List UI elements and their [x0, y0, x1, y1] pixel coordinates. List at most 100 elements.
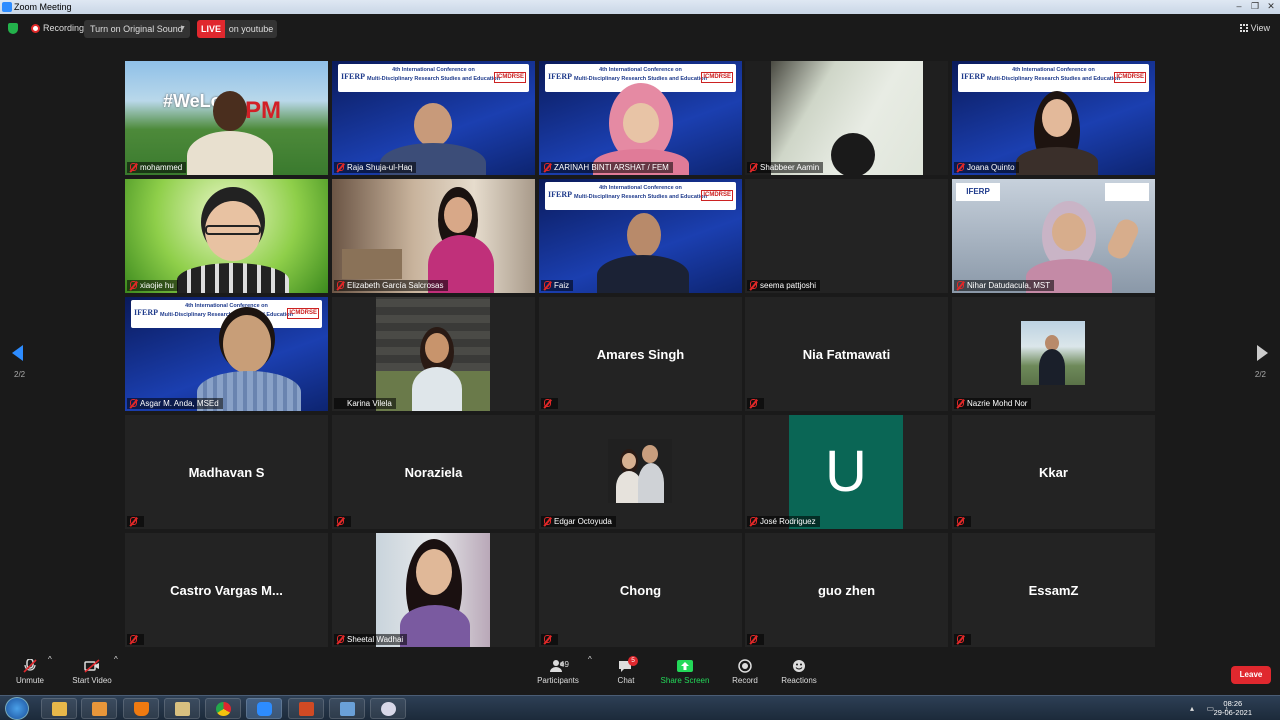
- participant-tile[interactable]: Elizabeth García Salcrosas: [332, 179, 535, 293]
- grid-icon: [1239, 24, 1248, 32]
- participant-video: IFERP: [952, 179, 1155, 293]
- participant-tile[interactable]: U José Rodriguez: [745, 415, 948, 529]
- conference-banner: IFERP ICMDRSE 4th International Conference…: [338, 64, 529, 92]
- security-shield-icon[interactable]: [8, 23, 18, 34]
- windows-start-icon[interactable]: [5, 697, 29, 720]
- unmute-button[interactable]: Unmute: [10, 655, 50, 695]
- participant-name-label: [541, 398, 558, 409]
- participant-tile[interactable]: xiaojie hu: [125, 179, 328, 293]
- page-indicator-left: 2/2: [14, 370, 26, 379]
- muted-mic-icon: [750, 399, 757, 407]
- participant-tile[interactable]: Nia Fatmawati: [745, 297, 948, 411]
- paint-icon[interactable]: [370, 698, 406, 719]
- muted-mic-icon: [957, 635, 964, 643]
- participant-tile[interactable]: Kkar: [952, 415, 1155, 529]
- participant-display-name: Madhavan S: [188, 465, 265, 480]
- vlc-icon[interactable]: [123, 698, 159, 719]
- participant-tile[interactable]: Sheetal Wadhai: [332, 533, 535, 647]
- recording-icon: [31, 24, 40, 33]
- participant-name-label: Sheetal Wadhai: [334, 634, 408, 645]
- window-title: Zoom Meeting: [14, 2, 72, 12]
- muted-mic-icon: [957, 163, 964, 171]
- live-destination-button[interactable]: on youtube: [225, 20, 277, 38]
- chat-unread-badge: 5: [628, 656, 638, 666]
- participant-tile[interactable]: Shabbeer Aamin: [745, 61, 948, 175]
- participant-tile[interactable]: Edgar Octoyuda: [539, 415, 742, 529]
- muted-mic-icon: [957, 281, 964, 289]
- previous-page-arrow-icon[interactable]: [12, 345, 23, 361]
- page-indicator-right: 2/2: [1254, 370, 1266, 379]
- muted-mic-icon: [957, 517, 964, 525]
- participant-name-label: Faiz: [541, 280, 574, 291]
- participant-tile[interactable]: IFERP ICMDRSE 4th International Conference…: [125, 297, 328, 411]
- chevron-up-icon[interactable]: ^: [588, 655, 592, 695]
- leave-button[interactable]: Leave: [1231, 666, 1271, 684]
- zoom-taskbar-icon[interactable]: [246, 698, 282, 719]
- participant-display-name: Kkar: [1039, 465, 1068, 480]
- chat-button[interactable]: 5 Chat: [610, 655, 642, 695]
- participant-name-label: Raja Shuja-ul-Haq: [334, 162, 417, 173]
- photo-viewer-icon[interactable]: [329, 698, 365, 719]
- participant-tile[interactable]: EssamZ: [952, 533, 1155, 647]
- view-button[interactable]: View: [1239, 23, 1270, 33]
- participant-photo: [376, 533, 490, 647]
- next-page-arrow-icon[interactable]: [1257, 345, 1268, 361]
- participant-tile[interactable]: Amares Singh: [539, 297, 742, 411]
- participants-button[interactable]: 49 Participants: [532, 655, 584, 695]
- participant-tile[interactable]: Madhavan S: [125, 415, 328, 529]
- muted-mic-icon: [544, 635, 551, 643]
- participant-tile[interactable]: IFERP ICMDRSE 4th International Conference…: [952, 61, 1155, 175]
- reactions-button[interactable]: Reactions: [778, 655, 820, 695]
- conference-banner: IFERP ICMDRSE 4th International Conference…: [545, 182, 736, 210]
- record-icon: [737, 659, 753, 673]
- media-player-icon[interactable]: [81, 698, 117, 719]
- participant-video: [332, 179, 535, 293]
- participant-name-label: José Rodriguez: [747, 516, 820, 527]
- participant-tile[interactable]: Noraziela: [332, 415, 535, 529]
- powerpoint-icon[interactable]: [288, 698, 324, 719]
- record-button[interactable]: Record: [726, 655, 764, 695]
- participant-tile[interactable]: guo zhen: [745, 533, 948, 647]
- participant-tile[interactable]: #WeLo PM mohammed: [125, 61, 328, 175]
- tools-icon[interactable]: [164, 698, 200, 719]
- participant-photo: [376, 297, 490, 411]
- tray-chevron-icon[interactable]: ▴: [1190, 704, 1194, 713]
- participant-tile[interactable]: Chong: [539, 533, 742, 647]
- participant-video: IFERP ICMDRSE 4th International Conference…: [125, 297, 328, 411]
- minimize-icon[interactable]: –: [1232, 1, 1246, 12]
- share-screen-button[interactable]: Share Screen: [660, 655, 710, 695]
- participant-tile[interactable]: IFERP ICMDRSE 4th International Conference…: [539, 179, 742, 293]
- conference-banner: IFERP ICMDRSE 4th International Conference…: [958, 64, 1149, 92]
- chevron-down-icon[interactable]: ▼: [179, 20, 186, 38]
- chevron-up-icon[interactable]: ^: [114, 655, 118, 695]
- muted-mic-icon: [130, 517, 137, 525]
- reactions-smiley-icon: [791, 659, 807, 673]
- chrome-icon[interactable]: [205, 698, 241, 719]
- participant-tile[interactable]: seema pattjoshi: [745, 179, 948, 293]
- participant-tile[interactable]: IFERP ICMDRSE 4th International Conference…: [539, 61, 742, 175]
- file-explorer-icon[interactable]: [41, 698, 77, 719]
- close-icon[interactable]: ✕: [1264, 1, 1278, 12]
- maximize-icon[interactable]: ❐: [1248, 1, 1262, 12]
- participant-name-label: ZARINAH BINTI ARSHAT / FEM: [541, 162, 673, 173]
- participant-name-label: Asgar M. Anda, MSEd: [127, 398, 223, 409]
- participant-name-label: [954, 634, 971, 645]
- chevron-up-icon[interactable]: ^: [48, 655, 52, 695]
- muted-mic-icon: [750, 517, 757, 525]
- participant-tile[interactable]: Karina Vilela: [332, 297, 535, 411]
- participant-video: [125, 179, 328, 293]
- original-sound-button[interactable]: Turn on Original Sound ▼: [84, 20, 190, 38]
- meeting-top-bar: Recording Turn on Original Sound ▼ LIVE o…: [0, 14, 1280, 44]
- taskbar-clock[interactable]: 08:26 29-06-2021: [1214, 699, 1252, 717]
- muted-mic-icon: [750, 163, 757, 171]
- participant-tile[interactable]: IFERP Nihar Datudacula, MST: [952, 179, 1155, 293]
- participant-tile[interactable]: Nazrie Mohd Nor: [952, 297, 1155, 411]
- participant-name-label: mohammed: [127, 162, 187, 173]
- participant-name-label: [334, 516, 351, 527]
- participants-icon: 49: [541, 659, 575, 673]
- participant-tile[interactable]: IFERP ICMDRSE 4th International Conference…: [332, 61, 535, 175]
- start-video-button[interactable]: Start Video: [68, 655, 116, 695]
- participant-name-label: Nihar Datudacula, MST: [954, 280, 1055, 291]
- participant-name-label: xiaojie hu: [127, 280, 178, 291]
- participant-tile[interactable]: Castro Vargas M...: [125, 533, 328, 647]
